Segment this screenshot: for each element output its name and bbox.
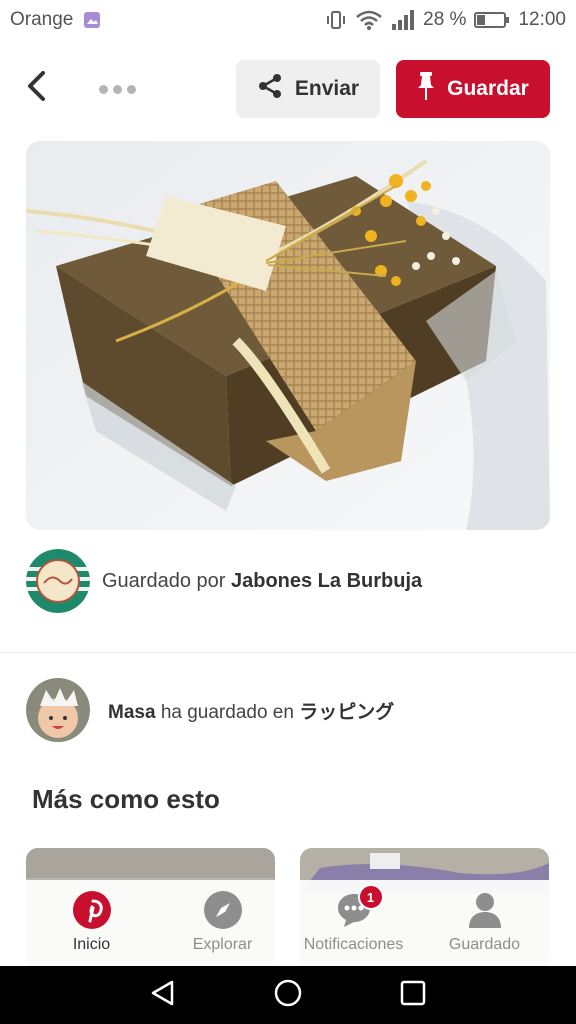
battery-icon [474,11,510,29]
triangle-back-icon [148,978,178,1013]
carrier-label: Orange [10,9,74,30]
person-icon [465,890,505,930]
compass-icon [203,890,243,930]
pin-icon [417,71,435,107]
board-avatar[interactable] [26,549,90,613]
pin-action-bar: Enviar Guardar [0,56,576,122]
user-avatar[interactable] [26,678,90,742]
nav-recents-button[interactable] [391,973,435,1017]
tab-home-label: Inicio [72,936,111,953]
back-button[interactable] [18,70,54,106]
tab-notifications[interactable]: 1 Notificaciones [288,880,419,966]
more-dots-icon [98,84,108,94]
save-button[interactable]: Guardar [396,60,550,118]
square-recents-icon [398,978,428,1013]
divider [0,652,576,653]
tab-explore-label: Explorar [192,936,253,953]
activity-action: ha guardado en [160,701,294,723]
send-button[interactable]: Enviar [236,60,380,118]
soap-gift-photo [26,141,550,530]
more-like-this-title: Más como esto [32,784,220,814]
saved-by-text: Guardado por Jabones La Burbuja [102,570,422,593]
circle-home-icon [273,978,303,1013]
save-label: Guardar [447,77,529,100]
notification-badge: 1 [357,884,384,910]
chevron-left-icon [25,70,47,107]
pinterest-logo-icon [72,890,112,930]
activity-board[interactable]: ラッピング [299,702,394,723]
wifi-icon [355,9,383,31]
activity-user[interactable]: Masa [108,702,156,723]
signal-icon [391,10,415,30]
more-options-button[interactable] [92,74,142,104]
saved-by-prefix: Guardado por [102,569,226,592]
activity-row[interactable]: Masa ha guardado en ラッピング [26,678,550,742]
status-bar: Orange 28 % 12:00 [0,0,576,40]
bottom-tab-bar: Inicio Explorar 1 Notificaciones Guardad… [26,880,550,966]
saved-by-row[interactable]: Guardado por Jabones La Burbuja [26,549,550,613]
system-nav-bar [0,966,576,1024]
tab-saved[interactable]: Guardado [419,880,550,966]
nav-back-button[interactable] [141,973,185,1017]
image-notification-icon [83,11,101,29]
battery-percent: 28 % [423,9,467,30]
pin-image[interactable] [26,141,550,530]
send-label: Enviar [294,77,360,100]
chat-bubble-icon: 1 [334,884,384,930]
saved-by-board[interactable]: Jabones La Burbuja [231,570,422,592]
tab-notifications-label: Notificaciones [303,936,404,953]
share-icon [257,73,283,105]
nav-home-button[interactable] [266,973,310,1017]
tab-saved-label: Guardado [448,936,521,953]
status-time: 12:00 [518,9,566,30]
vibrate-icon [325,10,347,30]
activity-text: Masa ha guardado en ラッピング [108,697,394,724]
tab-explore[interactable]: Explorar [157,880,288,966]
tab-home[interactable]: Inicio [26,880,157,966]
